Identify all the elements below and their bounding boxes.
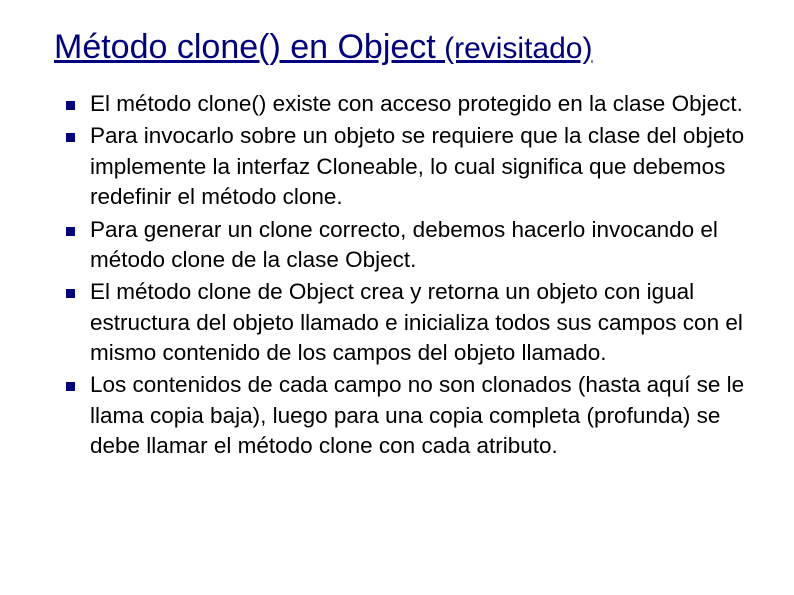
title-sub: (revisitado) (436, 32, 593, 65)
slide-title: Método clone() en Object (revisitado) (54, 28, 754, 67)
title-main: Método clone() en Object (54, 28, 436, 66)
list-item: Para generar un clone correcto, debemos … (72, 215, 754, 276)
list-item-text: Para generar un clone correcto, debemos … (90, 217, 718, 272)
list-item: El método clone() existe con acceso prot… (72, 89, 754, 119)
list-item-text: Los contenidos de cada campo no son clon… (90, 372, 744, 458)
list-item: Los contenidos de cada campo no son clon… (72, 370, 754, 461)
list-item-text: El método clone() existe con acceso prot… (90, 91, 743, 116)
slide-container: Método clone() en Object (revisitado) El… (0, 0, 794, 462)
list-item: El método clone de Object crea y retorna… (72, 277, 754, 368)
list-item-text: Para invocarlo sobre un objeto se requie… (90, 123, 744, 209)
bullet-list: El método clone() existe con acceso prot… (54, 89, 754, 462)
list-item-text: El método clone de Object crea y retorna… (90, 279, 743, 365)
list-item: Para invocarlo sobre un objeto se requie… (72, 121, 754, 212)
